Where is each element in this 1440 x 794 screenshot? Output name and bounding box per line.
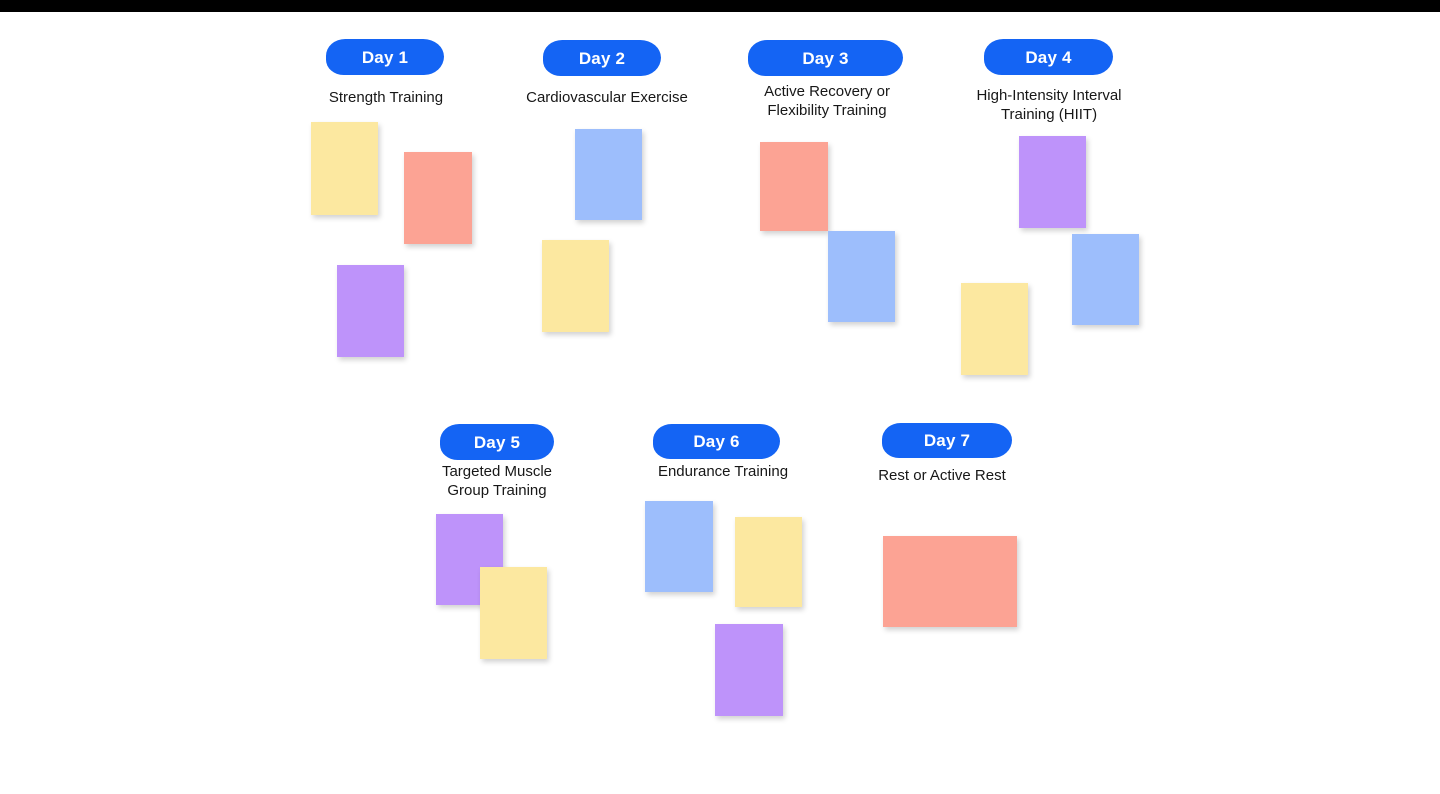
day-title-5: Targeted Muscle Group Training [441,463,553,499]
whiteboard-canvas: Day 1 Strength Training Day 2 Cardiovascula… [0,0,1440,794]
day-title-2: Cardiovascular Exercise [526,89,688,106]
sticky-note-blue[interactable] [575,129,642,220]
sticky-note-salmon[interactable] [404,152,472,244]
sticky-note-yellow[interactable] [961,283,1028,375]
sticky-note-salmon[interactable] [883,536,1017,627]
day-pill-5[interactable]: Day 5 [440,424,554,460]
sticky-note-yellow[interactable] [311,122,378,215]
day-title-4: High-Intensity Interval Training (HIIT) [976,87,1122,123]
sticky-note-purple[interactable] [715,624,783,716]
sticky-note-blue[interactable] [645,501,713,592]
day-pill-4[interactable]: Day 4 [984,39,1113,75]
sticky-note-yellow[interactable] [735,517,802,607]
sticky-note-canvas[interactable]: Day 1 Strength Training Day 2 Cardiovascula… [0,0,1440,794]
sticky-note-purple[interactable] [337,265,404,357]
day-pill-6[interactable]: Day 6 [653,424,780,459]
day-pill-3[interactable]: Day 3 [748,40,903,76]
sticky-note-purple[interactable] [1019,136,1086,228]
day-pill-1[interactable]: Day 1 [326,39,444,75]
sticky-note-blue[interactable] [1072,234,1139,325]
sticky-note-salmon[interactable] [760,142,828,231]
day-title-3: Active Recovery or Flexibility Training [764,83,890,119]
day-pill-2[interactable]: Day 2 [543,40,661,76]
sticky-note-blue[interactable] [828,231,895,322]
sticky-note-yellow[interactable] [542,240,609,332]
sticky-note-yellow[interactable] [480,567,547,659]
day-title-6: Endurance Training [657,463,789,480]
day-title-1: Strength Training [328,89,444,106]
day-title-7: Rest or Active Rest [878,467,1006,484]
day-pill-7[interactable]: Day 7 [882,423,1012,458]
